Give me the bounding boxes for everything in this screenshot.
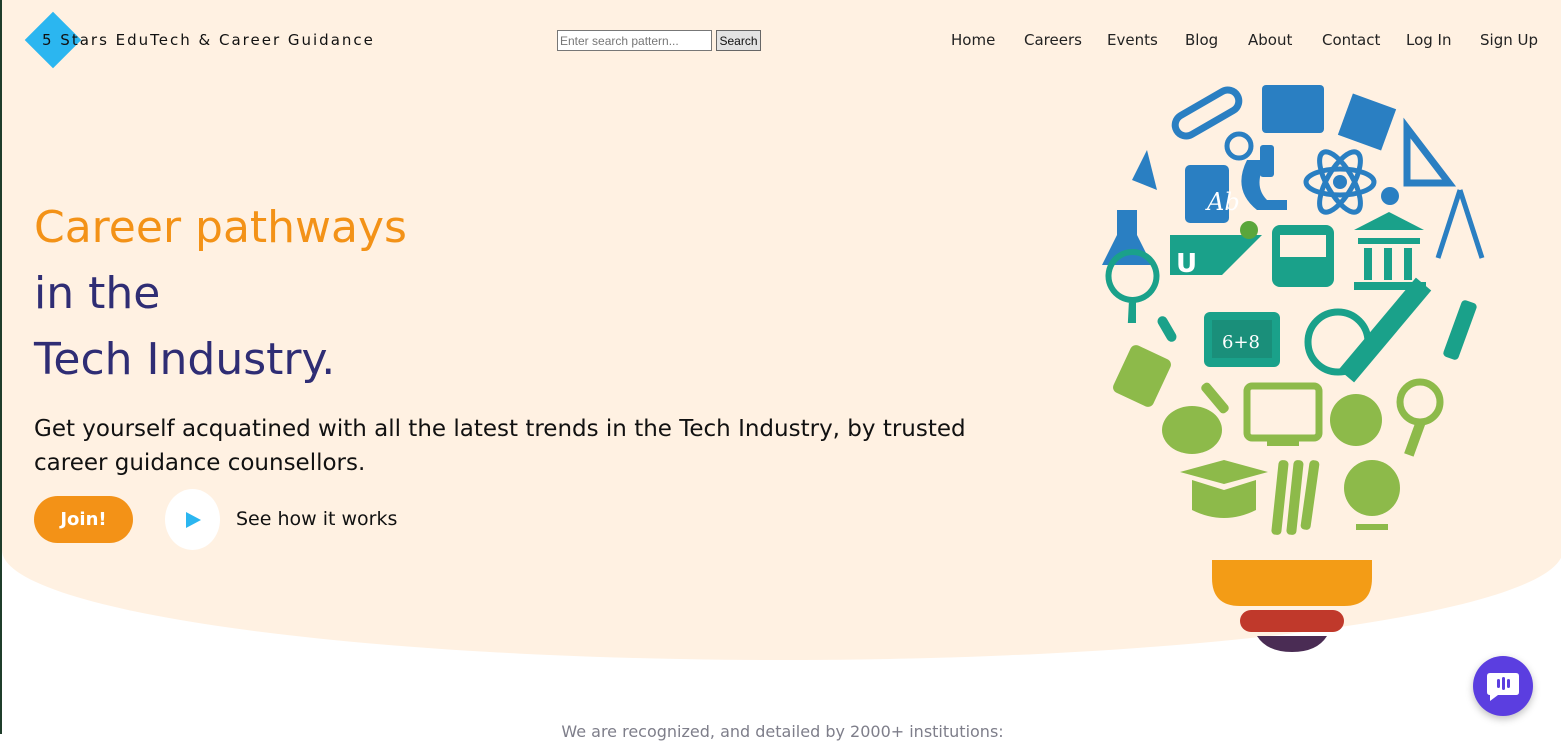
hero-heading-line1: Career pathways [34,202,407,253]
search-input[interactable] [557,30,712,51]
search-button[interactable]: Search [716,30,761,51]
illustration-math-label: 6+8 [1222,332,1260,353]
nav-events[interactable]: Events [1107,31,1158,49]
nav-blog[interactable]: Blog [1185,31,1218,49]
illustration-ab-label: Ab [1205,188,1240,216]
chat-icon [1487,673,1519,701]
nav-signup[interactable]: Sign Up [1480,31,1538,49]
hero-heading-line2: in the [34,268,161,319]
see-how-it-works-link[interactable]: See how it works [236,508,397,530]
illustration-u-label: U [1176,249,1197,279]
nav-careers[interactable]: Careers [1024,31,1082,49]
join-button[interactable]: Join! [34,496,133,543]
brand-name[interactable]: 5 Stars EduTech & Career Guidance [42,31,375,49]
nav-login[interactable]: Log In [1406,31,1452,49]
hero-heading-line3: Tech Industry. [34,334,336,385]
play-button[interactable] [165,489,220,550]
chat-button[interactable] [1473,656,1533,716]
nav-contact[interactable]: Contact [1322,31,1380,49]
hero-subtitle: Get yourself acquatined with all the lat… [34,416,966,476]
recognized-text: We are recognized, and detailed by 2000+… [561,722,1004,741]
nav-home[interactable]: Home [951,31,995,49]
education-lightbulb-illustration: Ab U 6+8 [1102,85,1485,652]
play-icon [185,511,201,528]
nav-about[interactable]: About [1248,31,1292,49]
